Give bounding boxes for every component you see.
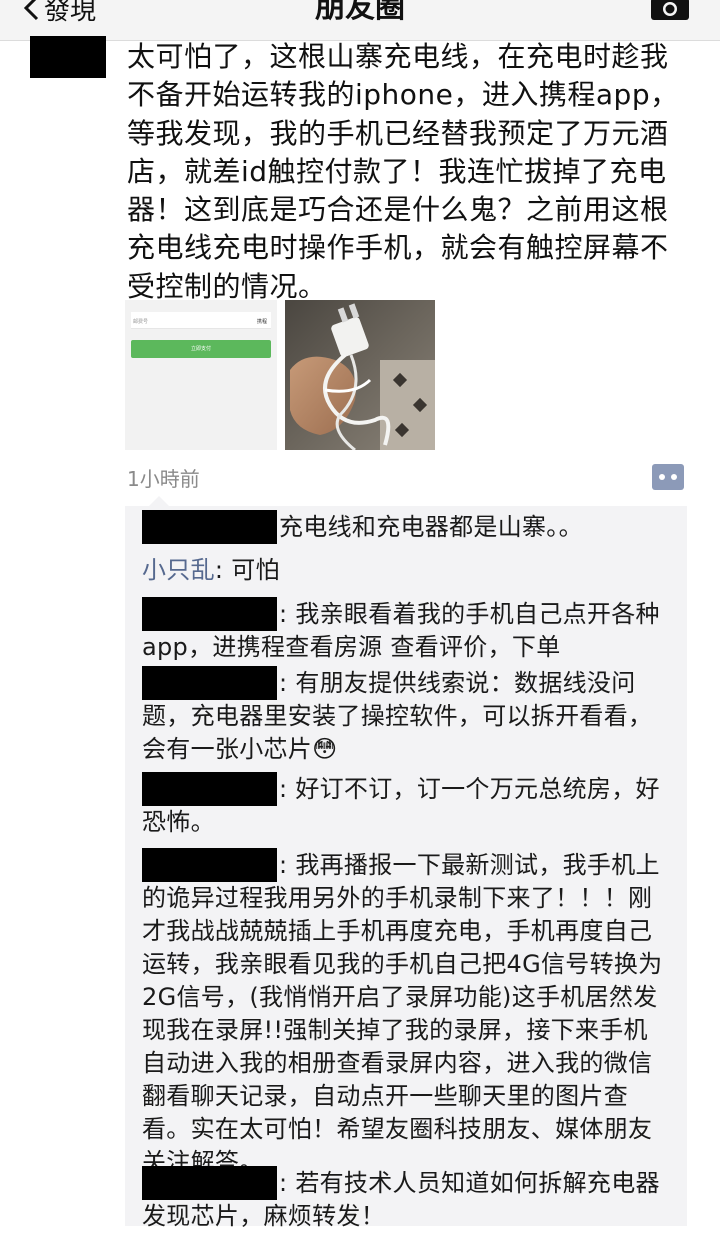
screenshot-right-label: 携程 (256, 319, 267, 325)
comment-item[interactable]: : 若有技术人员知道如何拆解充电器发现芯片，麻烦转发！ (142, 1166, 672, 1233)
redacted-author (142, 666, 277, 700)
screenshot-pay-button: 立即支付 (131, 340, 271, 358)
redacted-author (142, 597, 277, 631)
comment-item[interactable]: : 我亲眼看着我的手机自己点开各种app，进携程查看房源 查看评价，下单 (142, 597, 672, 664)
redacted-author (142, 772, 277, 806)
comment-author[interactable]: 小只乱 (142, 556, 215, 584)
redacted-author (142, 510, 277, 544)
comment-icon[interactable] (652, 464, 684, 490)
page-title: 朋友圈 (315, 0, 405, 25)
comment-item[interactable]: 充电线和充电器都是山寨。。 (142, 510, 672, 544)
comments-panel: 充电线和充电器都是山寨。。 小只乱: 可怕 : 我亲眼看着我的手机自己点开各种a… (125, 496, 687, 1230)
screenshot-left-label: 邮费号 (133, 319, 149, 325)
post-timestamp: 1小時前 (127, 467, 200, 491)
redacted-author (142, 848, 277, 882)
comment-item[interactable]: : 我再播报一下最新测试，我手机上的诡异过程我用另外的手机录制下来了！！！刚才我… (142, 848, 672, 1179)
comment-text: 充电线和充电器都是山寨。。 (279, 513, 583, 541)
post-image-screenshot[interactable]: 邮费号 携程 立即支付 (125, 300, 277, 450)
redacted-author (142, 1166, 277, 1200)
camera-icon[interactable] (650, 0, 690, 20)
post-text: 太可怕了，这根山寨充电线，在充电时趁我不备开始运转我的iphone，进入携程ap… (127, 40, 679, 303)
avatar[interactable] (30, 36, 106, 78)
navigation-bar: 發現 朋友圈 (0, 0, 720, 41)
comment-item[interactable]: : 好订不订，订一个万元总统房，好恐怖。 (142, 772, 672, 839)
post-image-photo[interactable] (285, 300, 435, 450)
comment-text: : 可怕 (214, 556, 280, 584)
charging-cable-photo (285, 300, 435, 450)
comment-text: : 我再播报一下最新测试，我手机上的诡异过程我用另外的手机录制下来了！！！刚才我… (142, 851, 663, 1176)
comment-item[interactable]: 小只乱: 可怕 (142, 554, 672, 587)
screenshot-input-row (131, 312, 271, 329)
comment-item[interactable]: : 有朋友提供线索说：数据线没问题，充电器里安装了操控软件，可以拆开看看，会有一… (142, 666, 672, 766)
